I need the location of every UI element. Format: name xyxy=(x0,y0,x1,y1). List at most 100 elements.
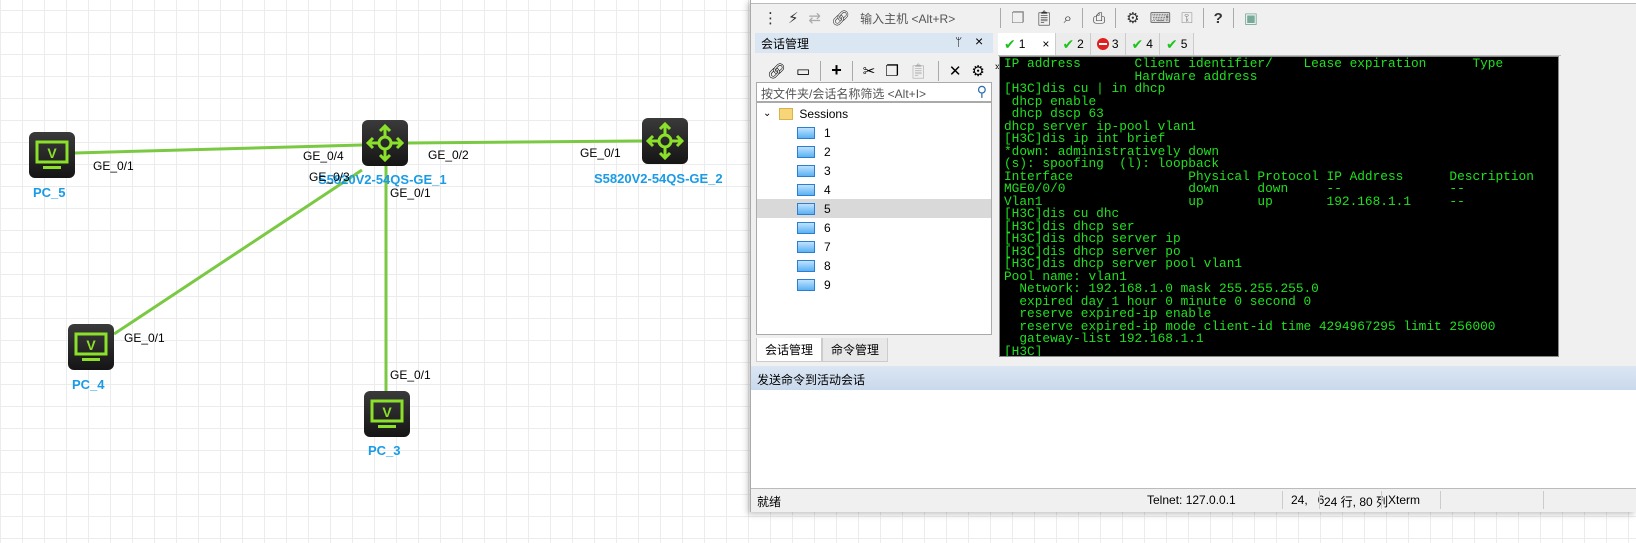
switch-node-sw2[interactable] xyxy=(642,118,688,164)
session-panel-header: 会话管理 ᛘ × xyxy=(755,33,993,53)
link-icon[interactable]: 🔗︎ xyxy=(767,62,786,80)
session-label: 3 xyxy=(824,163,831,178)
tree-session-item[interactable]: 4 xyxy=(757,180,991,199)
screen-lock-icon[interactable]: ▣ xyxy=(1244,9,1258,27)
svg-text:V: V xyxy=(86,337,96,353)
check-icon: ✔ xyxy=(1131,35,1144,52)
print-icon[interactable]: ⎙ xyxy=(1093,10,1105,27)
tab-command-management[interactable]: 命令管理 xyxy=(822,338,889,362)
switch-node-sw1[interactable] xyxy=(362,120,408,166)
node-label: PC_3 xyxy=(368,443,401,458)
monitor-icon: V xyxy=(370,399,404,428)
session-label: 4 xyxy=(824,182,831,197)
tab-session-management[interactable]: 会话管理 xyxy=(756,338,823,362)
monitor-icon xyxy=(797,145,815,158)
monitor-icon xyxy=(797,183,815,196)
quick-connect-icon[interactable]: ⚡ xyxy=(788,9,799,27)
terminal-output[interactable]: IP address Client identifier/ Lease expi… xyxy=(999,56,1559,357)
tree-folder-sessions[interactable]: ⌄ Sessions xyxy=(763,104,997,123)
port-label: GE_0/1 xyxy=(93,159,134,173)
session-tabs: ✔ 1 × ✔ 2 3 ✔ 4 ✔ 5 xyxy=(998,33,1195,55)
folder-label: Sessions xyxy=(799,106,849,121)
status-term-type: Xterm xyxy=(1388,493,1421,507)
tab-session-5[interactable]: ✔ 5 xyxy=(1159,33,1195,55)
session-panel-title: 会话管理 xyxy=(761,37,810,51)
svg-text:V: V xyxy=(382,404,392,420)
topology-links xyxy=(74,139,643,391)
link-sw1-sw2 xyxy=(407,139,643,145)
window-icon[interactable]: ▭ xyxy=(796,62,810,80)
switch-arrows-icon xyxy=(365,123,405,163)
folder-icon xyxy=(779,107,794,120)
pc-node-pc3[interactable]: V xyxy=(364,391,410,437)
port-label: GE_0/4 xyxy=(303,149,344,163)
link-icon[interactable]: 🔗︎ xyxy=(831,9,850,27)
monitor-icon: V xyxy=(74,332,108,361)
key-icon[interactable]: ⚿ xyxy=(1181,10,1192,27)
send-command-title: 发送命令到活动会话 xyxy=(757,373,866,387)
tab-label: 1 xyxy=(1018,37,1026,51)
paste-icon[interactable]: 📋︎ xyxy=(1035,9,1054,27)
tree-session-item[interactable]: 6 xyxy=(757,218,991,237)
tree-session-item[interactable]: 2 xyxy=(757,142,991,161)
reconnect-icon[interactable]: ⇄ xyxy=(809,9,822,27)
pin-icon[interactable]: ᛘ xyxy=(955,35,962,49)
session-label: 2 xyxy=(824,144,831,159)
session-label: 9 xyxy=(824,277,831,292)
tab-session-1[interactable]: ✔ 1 × xyxy=(998,33,1057,55)
check-icon: ✔ xyxy=(1062,35,1075,52)
monitor-icon xyxy=(797,259,815,272)
monitor-icon: V xyxy=(35,140,69,169)
find-icon[interactable]: ⌕ xyxy=(1064,10,1072,27)
main-toolbar: ⋮ ⚡ ⇄ 🔗︎ 输入主机 <Alt+R> ❐ 📋︎ ⌕ ⎙ ⚙ ⌨ ⚿ ? ▣ xyxy=(763,5,1258,31)
cut-icon[interactable]: ✂ xyxy=(863,62,876,80)
status-bar: 就绪 Telnet: 127.0.0.1 24, 6 24 行, 80 列 Xt… xyxy=(751,488,1636,510)
terminal-window: ⋮ ⚡ ⇄ 🔗︎ 输入主机 <Alt+R> ❐ 📋︎ ⌕ ⎙ ⚙ ⌨ ⚿ ? ▣… xyxy=(750,0,1636,512)
chevron-down-icon[interactable]: ⌄ xyxy=(763,108,771,119)
port-label: GE_0/1 xyxy=(390,368,431,382)
settings-icon[interactable]: ⚙ xyxy=(971,62,984,80)
monitor-icon xyxy=(797,240,815,253)
search-icon[interactable]: ⚲ xyxy=(977,83,987,100)
keyboard-icon[interactable]: ⌨ xyxy=(1150,9,1172,27)
tree-session-item[interactable]: 8 xyxy=(757,256,991,275)
close-icon[interactable]: × xyxy=(975,33,983,49)
help-icon[interactable]: ? xyxy=(1214,10,1223,27)
tab-session-3[interactable]: 3 xyxy=(1090,33,1126,55)
tree-session-item[interactable]: 1 xyxy=(757,123,991,142)
connect-tree-icon[interactable]: ⋮ xyxy=(763,9,778,27)
delete-icon[interactable]: ✕ xyxy=(949,62,962,80)
error-icon xyxy=(1096,38,1109,50)
status-ready: 就绪 xyxy=(757,495,782,509)
status-connection: Telnet: 127.0.0.1 xyxy=(1147,493,1236,507)
session-label: 7 xyxy=(824,239,831,254)
close-tab-icon[interactable]: × xyxy=(1042,37,1049,51)
add-icon[interactable]: + xyxy=(831,60,842,81)
monitor-icon xyxy=(797,202,815,215)
send-command-input[interactable] xyxy=(751,390,1636,488)
settings-icon[interactable]: ⚙ xyxy=(1126,9,1139,27)
tab-session-4[interactable]: ✔ 4 xyxy=(1125,33,1160,55)
host-input[interactable]: 输入主机 <Alt+R> xyxy=(860,10,990,27)
tab-label: 4 xyxy=(1146,37,1153,51)
tab-label: 2 xyxy=(1077,37,1084,51)
status-size: 24 行, 80 列 xyxy=(1324,495,1389,509)
copy-icon[interactable]: ❐ xyxy=(885,62,898,80)
session-label: 8 xyxy=(824,258,831,273)
link-sw1-pc4 xyxy=(113,168,363,336)
tree-session-item[interactable]: 9 xyxy=(757,275,991,294)
pc-node-pc5[interactable]: V xyxy=(29,132,75,178)
tree-session-item[interactable]: 7 xyxy=(757,237,991,256)
port-label: GE_0/1 xyxy=(390,186,431,200)
paste-icon[interactable]: 📋︎ xyxy=(909,62,928,80)
tab-label: 3 xyxy=(1111,37,1119,51)
send-command-bar: 发送命令到活动会话 xyxy=(751,366,1636,390)
session-label: 1 xyxy=(824,125,831,140)
tree-session-item[interactable]: 3 xyxy=(757,161,991,180)
session-filter-input[interactable]: 按文件夹/会话名称筛选 <Alt+I> ⚲ xyxy=(756,82,992,102)
tree-session-item[interactable]: 5 xyxy=(757,199,991,218)
tab-session-2[interactable]: ✔ 2 xyxy=(1056,33,1091,55)
pc-node-pc4[interactable]: V xyxy=(68,324,114,370)
copy-icon[interactable]: ❐ xyxy=(1011,9,1024,27)
port-label: GE_0/1 xyxy=(124,331,165,345)
